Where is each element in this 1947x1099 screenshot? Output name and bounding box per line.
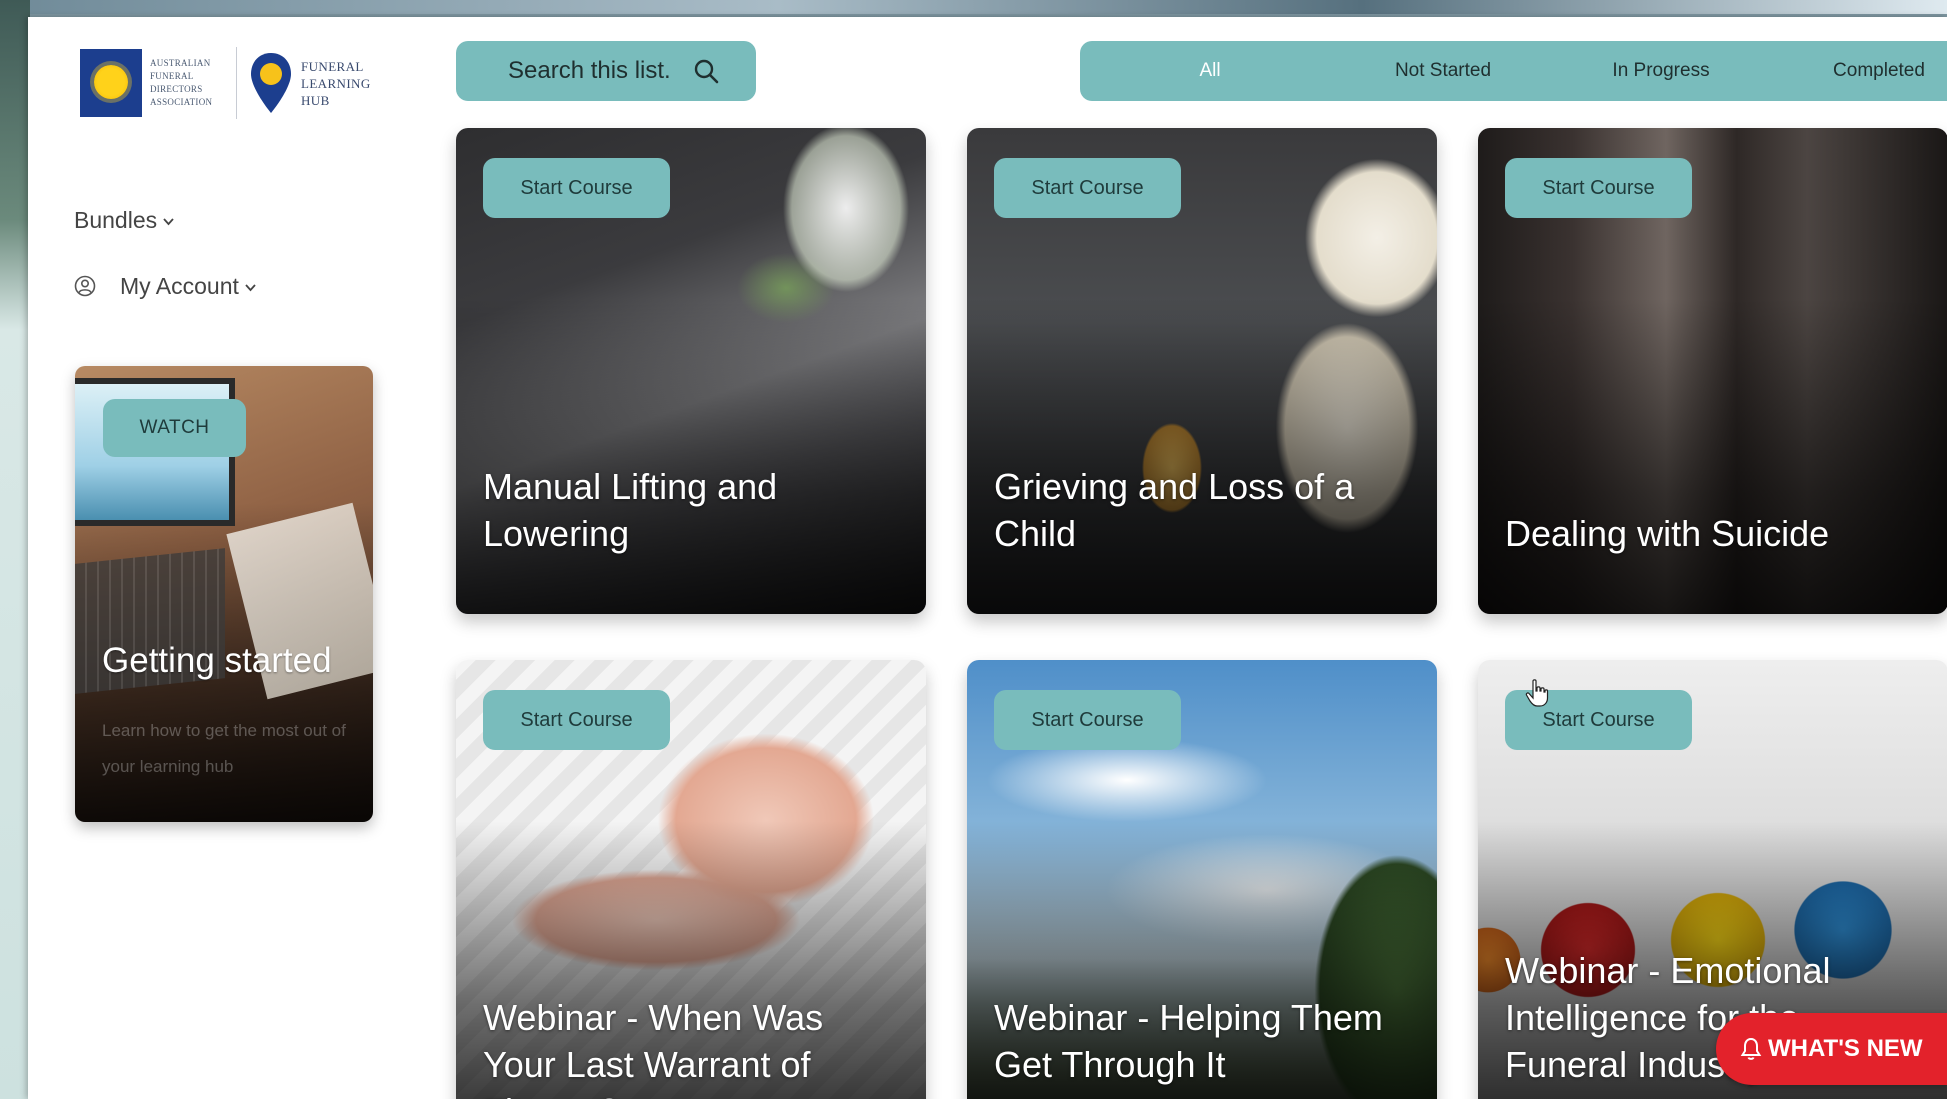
sidebar-item-label: My Account [120, 272, 239, 299]
whats-new-button[interactable]: WHAT'S NEW [1716, 1013, 1947, 1085]
search-input[interactable]: Search this list. [456, 41, 756, 101]
getting-started-card[interactable]: WATCH Getting started Learn how to get t… [75, 366, 373, 822]
logo-divider [236, 47, 237, 119]
course-title: Webinar - When Was Your Last Warrant of … [483, 997, 824, 1099]
bell-icon [1740, 1037, 1762, 1060]
afda-logo-mark [80, 49, 142, 117]
course-card[interactable]: Start Course Webinar - Helping Them Get … [967, 660, 1437, 1099]
filter-in-progress[interactable]: In Progress [1586, 41, 1736, 101]
course-card[interactable]: Start Course Dealing with Suicide [1478, 128, 1947, 614]
location-pin-icon [251, 53, 291, 113]
whats-new-label: WHAT'S NEW [1768, 1035, 1923, 1062]
status-filter-bar: All Not Started In Progress Completed [1080, 41, 1947, 101]
start-course-button[interactable]: Start Course [1505, 158, 1692, 218]
start-course-button[interactable]: Start Course [483, 690, 670, 750]
course-title: Dealing with Suicide [1505, 513, 1830, 554]
background-left-edge [0, 0, 30, 1099]
filter-completed[interactable]: Completed [1804, 41, 1947, 101]
course-title: Manual Lifting and Lowering [483, 466, 778, 554]
search-placeholder: Search this list. [508, 57, 671, 84]
flh-logo-text: FUNERAL LEARNING HUB [301, 58, 371, 108]
getting-started-title: Getting started [102, 641, 332, 680]
sun-icon [94, 65, 128, 99]
background-strip [0, 0, 1947, 14]
course-card[interactable]: Start Course Grieving and Loss of a Chil… [967, 128, 1437, 614]
afda-logo-text: AUSTRALIAN FUNERAL DIRECTORS ASSOCIATION [150, 58, 213, 107]
course-title: Grieving and Loss of a Child [994, 466, 1355, 554]
sidebar-nav: Bundles My Account [74, 205, 256, 337]
browser-content: AUSTRALIAN FUNERAL DIRECTORS ASSOCIATION… [28, 17, 1947, 1099]
course-title: Webinar - Helping Them Get Through It [994, 997, 1383, 1085]
filter-all[interactable]: All [1160, 41, 1260, 101]
sidebar-item-my-account[interactable]: My Account [74, 271, 256, 301]
filter-not-started[interactable]: Not Started [1368, 41, 1518, 101]
site-logo[interactable]: AUSTRALIAN FUNERAL DIRECTORS ASSOCIATION… [80, 37, 390, 129]
hand-cursor-icon [1525, 679, 1549, 707]
chevron-down-icon [163, 218, 174, 226]
getting-started-description: Learn how to get the most out of your le… [102, 721, 346, 776]
watch-button[interactable]: WATCH [103, 399, 246, 457]
start-course-button[interactable]: Start Course [994, 158, 1181, 218]
chevron-down-icon [245, 284, 256, 292]
sidebar-item-label: Bundles [74, 206, 158, 233]
course-card[interactable]: Start Course Webinar - When Was Your Las… [456, 660, 926, 1099]
course-card[interactable]: Start Course Manual Lifting and Lowering [456, 128, 926, 614]
start-course-button[interactable]: Start Course [483, 158, 670, 218]
start-course-button[interactable]: Start Course [994, 690, 1181, 750]
search-icon[interactable] [693, 58, 719, 84]
user-circle-icon [74, 275, 96, 297]
sidebar-item-bundles[interactable]: Bundles [74, 205, 256, 235]
